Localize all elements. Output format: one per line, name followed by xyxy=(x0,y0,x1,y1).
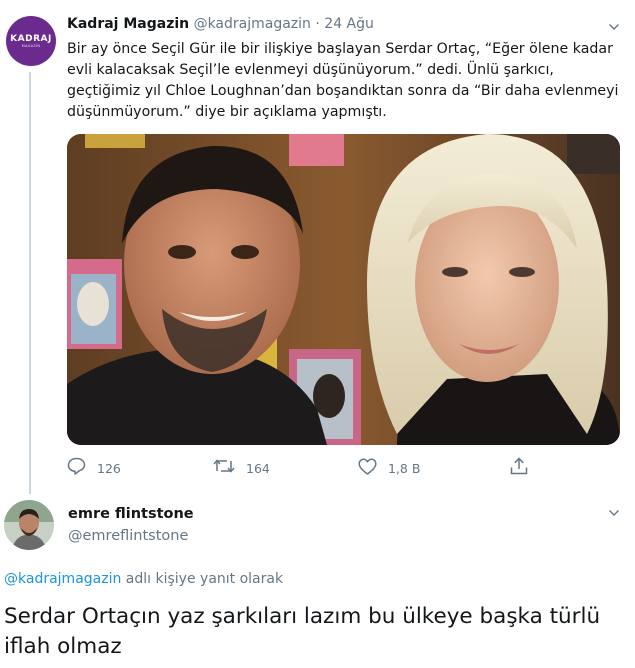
reply-mention-link[interactable]: @kadrajmagazin xyxy=(4,571,121,587)
tweet2-text: Serdar Ortaçın yaz şarkıları lazım bu ül… xyxy=(4,604,601,659)
like-action[interactable]: 1,8 B xyxy=(358,457,421,479)
kadraj-avatar[interactable]: KADRAJ MAGAZİN xyxy=(6,16,56,66)
reply-count: 126 xyxy=(97,460,121,476)
tweet1-photo[interactable] xyxy=(67,134,620,445)
share-icon[interactable] xyxy=(510,457,528,479)
share-action[interactable] xyxy=(510,457,528,479)
avatar-logo-text: KADRAJ xyxy=(10,33,52,44)
reply-action[interactable]: 126 xyxy=(67,457,121,479)
like-count: 1,8 B xyxy=(388,460,421,476)
reply-context: @kadrajmagazin adlı kişiye yanıt olarak xyxy=(4,571,283,587)
reply-icon[interactable] xyxy=(67,457,86,479)
retweet-icon[interactable] xyxy=(213,458,235,478)
header-separator: · xyxy=(315,16,320,32)
tweet1-author-name[interactable]: Kadraj Magazin xyxy=(67,16,189,32)
reply-context-text: adlı kişiye yanıt olarak xyxy=(121,571,284,587)
emre-avatar[interactable] xyxy=(4,500,54,550)
like-icon[interactable] xyxy=(358,457,377,479)
thread-connector-line xyxy=(29,72,31,494)
chevron-down-icon[interactable] xyxy=(609,510,619,516)
tweet2-author-handle[interactable]: @emreflintstone xyxy=(68,528,188,544)
tweet1-text: Bir ay önce Seçil Gür ile bir ilişkiye b… xyxy=(67,41,619,120)
retweet-count: 164 xyxy=(246,460,270,476)
chevron-down-icon[interactable] xyxy=(609,24,619,30)
avatar-logo-subtext: MAGAZİN xyxy=(21,43,41,48)
retweet-action[interactable]: 164 xyxy=(213,458,270,478)
tweet1-header: Kadraj Magazin @kadrajmagazin · 24 Ağu xyxy=(67,16,374,32)
tweet1-author-handle[interactable]: @kadrajmagazin xyxy=(194,16,311,32)
tweet1-date[interactable]: 24 Ağu xyxy=(324,16,374,32)
tweet2-author-name[interactable]: emre flintstone xyxy=(68,506,194,522)
